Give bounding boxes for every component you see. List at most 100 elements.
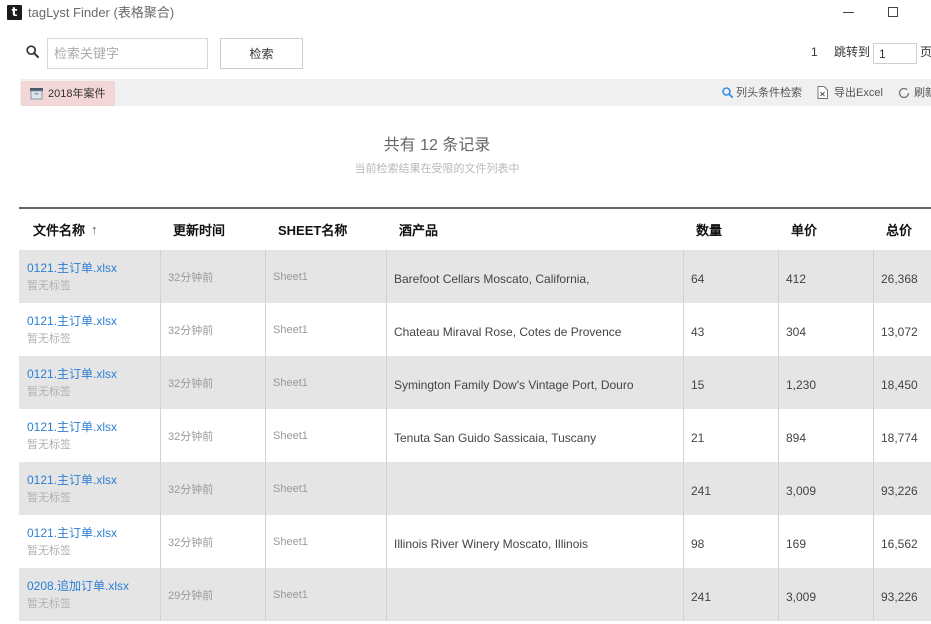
cell-product: [387, 568, 684, 621]
search-icon: [26, 45, 39, 58]
file-name-link[interactable]: 0121.主订单.xlsx: [27, 313, 160, 329]
column-search-button[interactable]: 列头条件检索: [720, 79, 808, 106]
cell-unit-price: 304: [779, 303, 874, 356]
record-count-subtitle: 当前检索结果在受限的文件列表中: [354, 163, 520, 175]
table-row[interactable]: 0121.主订单.xlsx 暂无标签 32分钟前 Sheet1 Symington Fa…: [19, 356, 931, 409]
cell-file: 0121.主订单.xlsx 暂无标签: [19, 462, 161, 515]
cell-unit-price: 894: [779, 409, 874, 462]
cell-product: Tenuta San Guido Sassicaia, Tuscany: [387, 409, 684, 462]
jump-to-label: 跳转到: [834, 45, 871, 59]
maximize-button[interactable]: [873, 0, 913, 25]
record-count-title: 共有 12 条记录: [383, 137, 491, 154]
refresh-label: 刷新: [914, 87, 931, 99]
cell-updated: 29分钟前: [161, 568, 266, 621]
table-header: 文件名称 ↑ 更新时间 SHEET名称 酒产品 数量 单价 总价: [19, 207, 931, 250]
file-tag: 暂无标签: [27, 280, 71, 292]
file-name-link[interactable]: 0121.主订单.xlsx: [27, 419, 160, 435]
cell-sheet: Sheet1: [266, 250, 387, 303]
cell-product: [387, 462, 684, 515]
cell-product: Chateau Miraval Rose, Cotes de Provence: [387, 303, 684, 356]
cell-updated: 32分钟前: [161, 515, 266, 568]
cell-unit-price: 3,009: [779, 568, 874, 621]
column-header-updated[interactable]: 更新时间: [161, 209, 266, 250]
window-title: tagLyst Finder (表格聚合): [28, 5, 175, 20]
file-name-link[interactable]: 0121.主订单.xlsx: [27, 366, 160, 382]
cell-updated: 32分钟前: [161, 462, 266, 515]
file-tag: 暂无标签: [27, 386, 71, 398]
refresh-icon: [898, 87, 910, 99]
cell-updated: 32分钟前: [161, 409, 266, 462]
column-header-quantity[interactable]: 数量: [684, 209, 779, 250]
jump-page-input[interactable]: [873, 43, 917, 64]
file-tag: 暂无标签: [27, 545, 71, 557]
minimize-icon: [843, 12, 854, 13]
cell-sheet: Sheet1: [266, 356, 387, 409]
table-row[interactable]: 0121.主订单.xlsx 暂无标签 32分钟前 Sheet1 Barefoot Cel…: [19, 250, 931, 303]
cell-quantity: 15: [684, 356, 779, 409]
cell-quantity: 241: [684, 568, 779, 621]
file-name-link[interactable]: 0208.追加订单.xlsx: [27, 578, 160, 594]
cell-sheet: Sheet1: [266, 515, 387, 568]
cell-updated: 32分钟前: [161, 250, 266, 303]
table-row[interactable]: 0121.主订单.xlsx 暂无标签 32分钟前 Sheet1 Illinois Riv…: [19, 515, 931, 568]
search-input[interactable]: [47, 38, 208, 69]
cell-unit-price: 1,230: [779, 356, 874, 409]
file-tag: 暂无标签: [27, 333, 71, 345]
maximize-icon: [888, 7, 898, 17]
excel-export-icon: [817, 86, 828, 99]
cell-product: Illinois River Winery Moscato, Illinois: [387, 515, 684, 568]
column-header-total[interactable]: 总价: [874, 209, 931, 250]
cell-unit-price: 412: [779, 250, 874, 303]
cell-sheet: Sheet1: [266, 568, 387, 621]
cell-quantity: 98: [684, 515, 779, 568]
search-icon: [722, 87, 733, 98]
file-tag: 暂无标签: [27, 598, 71, 610]
table-row[interactable]: 0208.追加订单.xlsx 暂无标签 29分钟前 Sheet1 241 3,009 93,…: [19, 568, 931, 621]
file-name-link[interactable]: 0121.主订单.xlsx: [27, 525, 160, 541]
cell-quantity: 241: [684, 462, 779, 515]
cell-updated: 32分钟前: [161, 303, 266, 356]
column-header-product[interactable]: 酒产品: [387, 209, 684, 250]
column-header-label: 文件名称: [33, 223, 86, 238]
sort-ascending-icon: ↑: [91, 222, 98, 237]
cell-file: 0121.主订单.xlsx 暂无标签: [19, 409, 161, 462]
page-unit-label: 页: [920, 45, 931, 59]
table-row[interactable]: 0121.主订单.xlsx 暂无标签 32分钟前 Sheet1 Chateau Mira…: [19, 303, 931, 356]
column-header-sheet[interactable]: SHEET名称: [266, 209, 387, 250]
cell-updated: 32分钟前: [161, 356, 266, 409]
export-excel-button[interactable]: 导出Excel: [815, 79, 887, 106]
cell-quantity: 64: [684, 250, 779, 303]
cell-sheet: Sheet1: [266, 462, 387, 515]
tab-2018-cases[interactable]: 2018年案件: [21, 81, 115, 106]
cell-file: 0121.主订单.xlsx 暂无标签: [19, 515, 161, 568]
cell-total: 26,368: [881, 271, 918, 286]
cell-total: 18,774: [881, 430, 918, 445]
cell-total: 93,226: [881, 483, 918, 498]
current-page-number: 1: [811, 45, 818, 59]
export-excel-label: 导出Excel: [834, 87, 883, 99]
file-tag: 暂无标签: [27, 492, 71, 504]
search-button[interactable]: 检索: [220, 38, 303, 69]
cell-total: 93,226: [881, 589, 918, 604]
column-header-unit-price[interactable]: 单价: [779, 209, 874, 250]
table-row[interactable]: 0121.主订单.xlsx 暂无标签 32分钟前 Sheet1 Tenuta San G…: [19, 409, 931, 462]
app-logo-icon: t: [7, 5, 22, 20]
app-window: t tagLyst Finder (表格聚合) 检索 1 跳转到 页 2018年…: [0, 0, 931, 624]
cell-unit-price: 3,009: [779, 462, 874, 515]
toolbar: 2018年案件 列头条件检索 导出Excel 刷新: [20, 79, 931, 106]
column-search-label: 列头条件检索: [736, 87, 802, 99]
refresh-button[interactable]: 刷新: [896, 79, 931, 106]
table-body: 0121.主订单.xlsx 暂无标签 32分钟前 Sheet1 Barefoot Cel…: [19, 250, 931, 621]
table-row[interactable]: 0121.主订单.xlsx 暂无标签 32分钟前 Sheet1 241 3,009 93,2…: [19, 462, 931, 515]
column-header-file-name[interactable]: 文件名称 ↑: [19, 209, 161, 250]
cell-product: Barefoot Cellars Moscato, California,: [387, 250, 684, 303]
cell-product: Symington Family Dow's Vintage Port, Dou…: [387, 356, 684, 409]
tab-label: 2018年案件: [48, 88, 106, 100]
cell-total: 18,450: [881, 377, 918, 392]
minimize-button[interactable]: [829, 0, 869, 25]
cell-file: 0121.主订单.xlsx 暂无标签: [19, 303, 161, 356]
cell-quantity: 43: [684, 303, 779, 356]
file-name-link[interactable]: 0121.主订单.xlsx: [27, 472, 160, 488]
cell-total: 13,072: [881, 324, 918, 339]
file-name-link[interactable]: 0121.主订单.xlsx: [27, 260, 160, 276]
